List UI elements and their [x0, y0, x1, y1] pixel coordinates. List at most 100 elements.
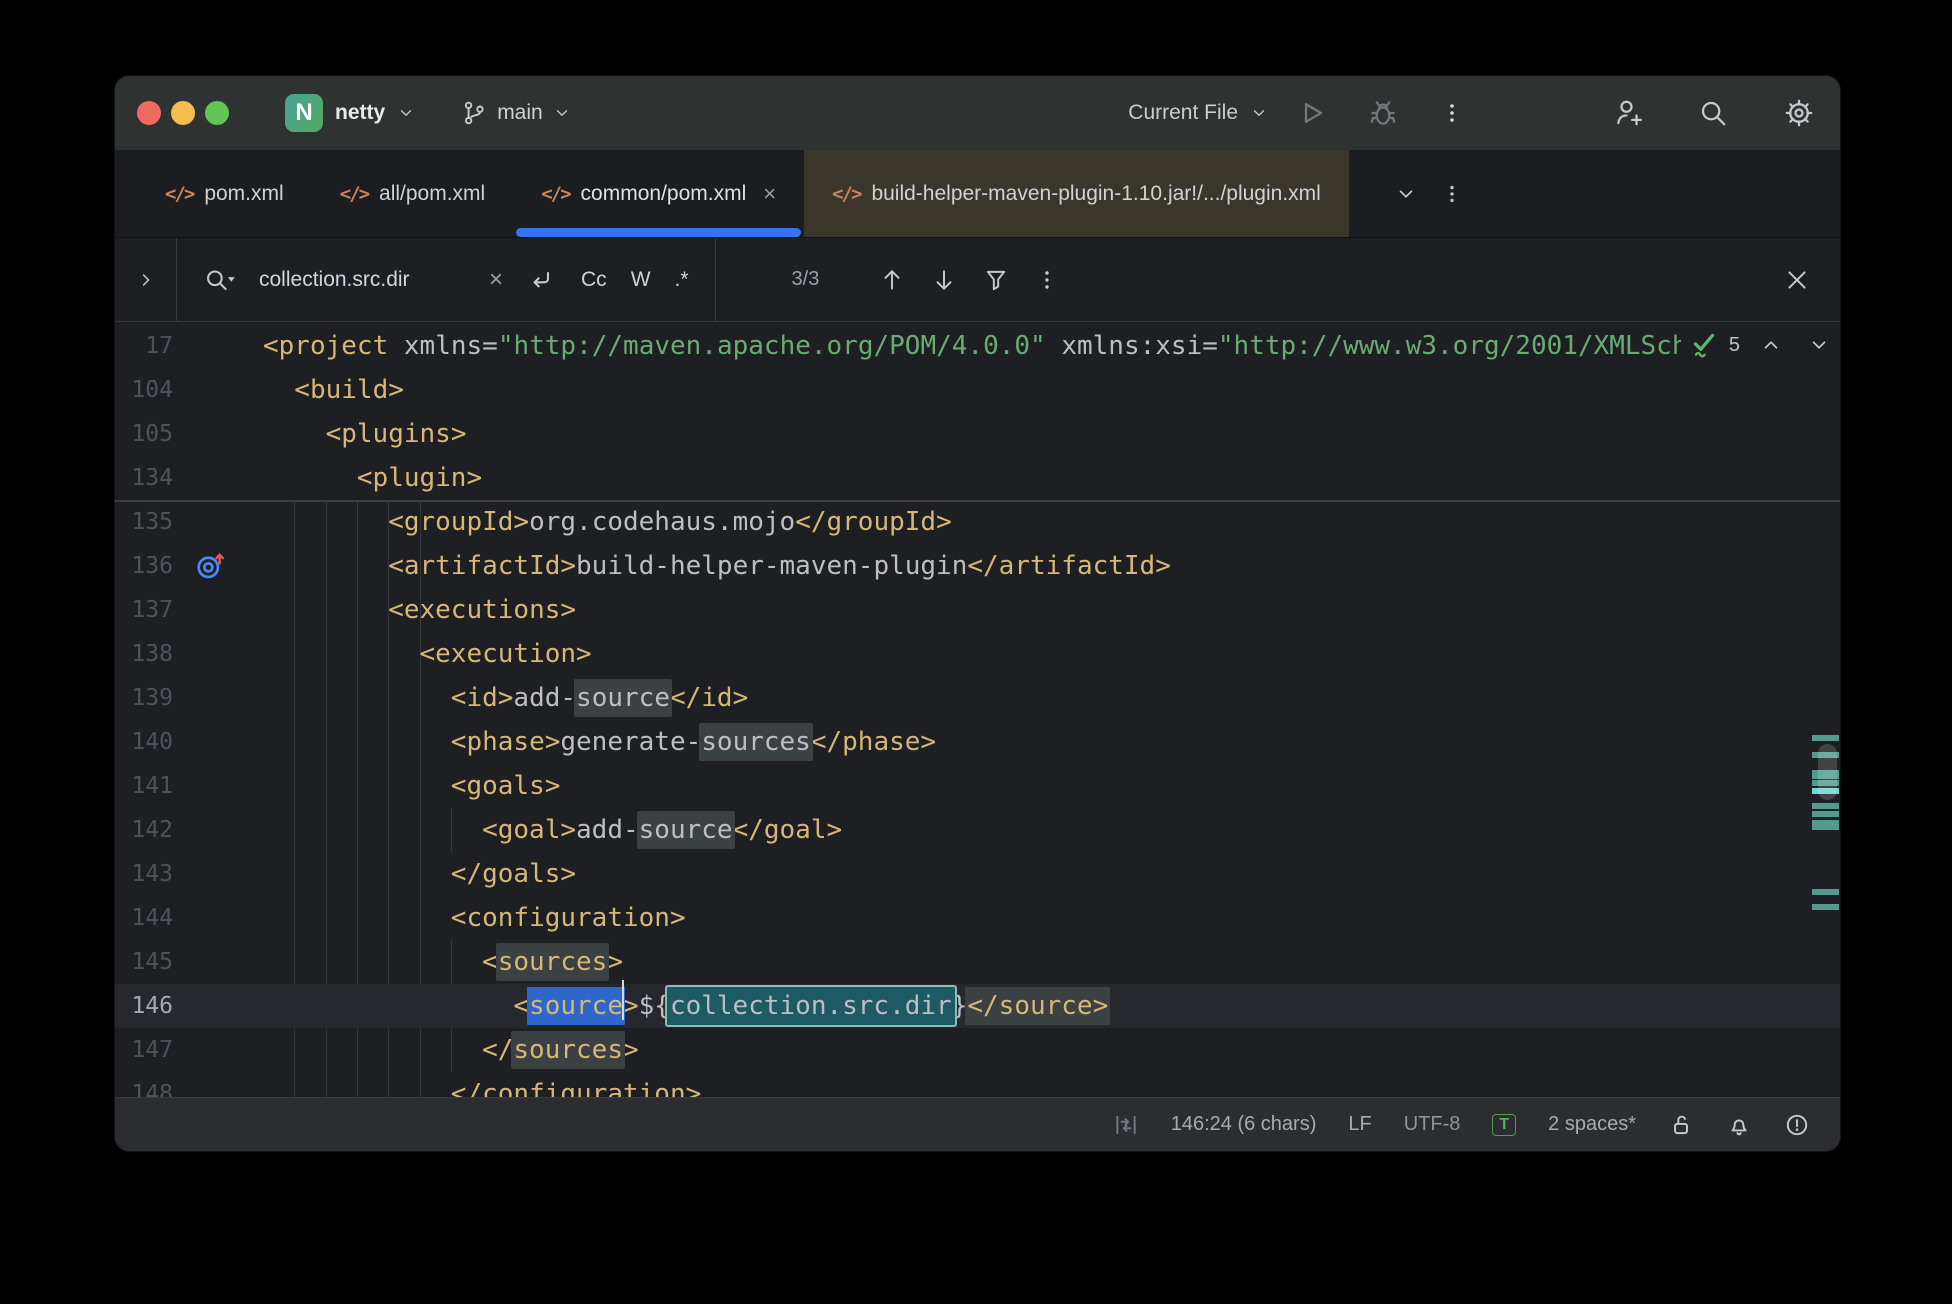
- code-line[interactable]: 134<plugin>: [115, 456, 1840, 500]
- search-options-menu[interactable]: [1035, 268, 1059, 292]
- project-widget[interactable]: N netty: [285, 94, 415, 132]
- indent-widget[interactable]: 2 spaces*: [1548, 1113, 1636, 1136]
- chevron-down-icon: [1250, 104, 1268, 122]
- code-token: <configuration>: [451, 903, 686, 933]
- code-line[interactable]: 138 <execution>: [115, 632, 1840, 676]
- arrow-up-icon: [879, 267, 905, 293]
- code-line[interactable]: 146<source>${collection.src.dir}</source…: [115, 984, 1840, 1028]
- next-problem-button[interactable]: [1808, 334, 1830, 356]
- code-line[interactable]: 137<executions>: [115, 588, 1840, 632]
- error-stripe-mark[interactable]: [1812, 803, 1839, 809]
- regex-toggle[interactable]: .*: [675, 268, 689, 292]
- inspections-widget[interactable]: 5: [1681, 327, 1830, 363]
- expand-replace-button[interactable]: [115, 238, 177, 321]
- minimize-window-button[interactable]: [171, 101, 195, 125]
- chevron-up-icon: [1760, 334, 1782, 356]
- line-separator-widget[interactable]: LF: [1348, 1113, 1371, 1136]
- code-line[interactable]: 147</sources>: [115, 1028, 1840, 1072]
- code-line[interactable]: 139<id>add-source</id>: [115, 676, 1840, 720]
- error-stripe-mark[interactable]: [1812, 811, 1839, 817]
- navigate-declaration-icon[interactable]: [195, 550, 227, 582]
- line-number: 138: [115, 641, 173, 667]
- search-everywhere-button[interactable]: [1698, 98, 1728, 128]
- line-number: 143: [115, 861, 173, 887]
- translation-plugin-icon[interactable]: T: [1492, 1114, 1516, 1136]
- code-with-me-button[interactable]: [1614, 98, 1644, 128]
- filter-search-button[interactable]: [983, 267, 1009, 293]
- previous-problem-button[interactable]: [1760, 334, 1782, 356]
- problems-button[interactable]: [1784, 1112, 1810, 1138]
- whole-words-toggle[interactable]: W: [631, 268, 651, 292]
- code-token: "http://www.w3.org/2001/XMLSch: [1218, 331, 1688, 361]
- line-number: 134: [115, 465, 173, 491]
- code-line[interactable]: 135<groupId>org.codehaus.mojo</groupId>: [115, 500, 1840, 544]
- run-button[interactable]: [1296, 98, 1326, 128]
- error-stripe-mark[interactable]: [1812, 820, 1839, 830]
- code-token: build-helper-maven-plugin: [576, 551, 967, 581]
- code-line[interactable]: 148</configuration>: [115, 1072, 1840, 1097]
- match-case-toggle[interactable]: Cc: [581, 268, 607, 292]
- fullscreen-window-button[interactable]: [205, 101, 229, 125]
- code-line[interactable]: 140<phase>generate-sources</phase>: [115, 720, 1840, 764]
- return-arrow-icon: [527, 266, 555, 294]
- new-line-button[interactable]: [527, 266, 555, 294]
- chevron-down-icon: [553, 104, 571, 122]
- previous-occurrence-button[interactable]: [879, 267, 905, 293]
- code-text: <plugins>: [263, 412, 466, 456]
- hidden-tabs-dropdown[interactable]: [1395, 183, 1417, 205]
- close-window-button[interactable]: [137, 101, 161, 125]
- tab-options-menu[interactable]: [1441, 183, 1463, 205]
- close-tab-icon[interactable]: ×: [763, 183, 776, 205]
- error-stripe-mark[interactable]: [1812, 904, 1839, 910]
- run-configuration-selector[interactable]: Current File: [1128, 101, 1268, 125]
- editor-tab[interactable]: </>pom.xml: [137, 150, 312, 237]
- code-token: add-: [576, 815, 639, 845]
- find-bar: collection.src.dir × Cc W .* 3/3: [115, 238, 1840, 322]
- code-line[interactable]: 145<sources>: [115, 940, 1840, 984]
- file-lock-button[interactable]: [1668, 1112, 1694, 1138]
- editor-tab[interactable]: </>common/pom.xml×: [513, 150, 804, 237]
- error-stripe-mark[interactable]: [1812, 735, 1839, 741]
- code-text: </sources>: [263, 1028, 639, 1072]
- editor-tab[interactable]: </>build-helper-maven-plugin-1.10.jar!/.…: [804, 150, 1349, 237]
- code-line[interactable]: 105<plugins>: [115, 412, 1840, 456]
- line-number: 142: [115, 817, 173, 843]
- encoding-widget[interactable]: UTF-8: [1404, 1113, 1461, 1136]
- code-token: >: [623, 991, 639, 1021]
- settings-button[interactable]: [1784, 98, 1814, 128]
- search-input[interactable]: collection.src.dir: [259, 268, 489, 292]
- code-token: <execution>: [420, 639, 592, 669]
- caret-position-widget[interactable]: 146:24 (6 chars): [1171, 1113, 1317, 1136]
- more-actions-menu[interactable]: [1440, 101, 1464, 125]
- next-occurrence-button[interactable]: [931, 267, 957, 293]
- code-line[interactable]: 141<goals>: [115, 764, 1840, 808]
- branch-name: main: [497, 101, 543, 125]
- code-line[interactable]: 136<artifactId>build-helper-maven-plugin…: [115, 544, 1840, 588]
- code-line[interactable]: 142<goal>add-source</goal>: [115, 808, 1840, 852]
- scrollbar-thumb[interactable]: [1818, 744, 1837, 800]
- debug-button[interactable]: [1368, 98, 1398, 128]
- editor-tab[interactable]: </>all/pom.xml: [312, 150, 514, 237]
- search-history-button[interactable]: [203, 265, 237, 295]
- error-stripe-mark[interactable]: [1812, 889, 1839, 895]
- line-number: 144: [115, 905, 173, 931]
- close-find-bar-button[interactable]: [1784, 267, 1810, 293]
- code-line[interactable]: 143 </goals>: [115, 852, 1840, 896]
- code-token: <build>: [294, 375, 404, 405]
- git-branch-icon: [461, 100, 487, 126]
- code-line[interactable]: 17<project xmlns="http://maven.apache.or…: [115, 324, 1840, 368]
- code-editor[interactable]: 135<groupId>org.codehaus.mojo</groupId>1…: [115, 322, 1840, 1097]
- code-line[interactable]: 104<build>: [115, 368, 1840, 412]
- vcs-branch-widget[interactable]: main: [461, 100, 571, 126]
- code-token: add-: [513, 683, 576, 713]
- line-number: 136: [115, 553, 173, 579]
- warning-count: 5: [1729, 334, 1740, 357]
- code-text: <execution>: [263, 632, 592, 676]
- clear-search-button[interactable]: ×: [489, 266, 503, 294]
- notifications-button[interactable]: [1726, 1112, 1752, 1138]
- chevron-right-icon: [136, 270, 156, 290]
- code-token: >: [623, 1035, 639, 1065]
- code-scroll-area[interactable]: 135<groupId>org.codehaus.mojo</groupId>1…: [115, 500, 1840, 1097]
- code-token: </goals>: [451, 859, 576, 889]
- code-line[interactable]: 144 <configuration>: [115, 896, 1840, 940]
